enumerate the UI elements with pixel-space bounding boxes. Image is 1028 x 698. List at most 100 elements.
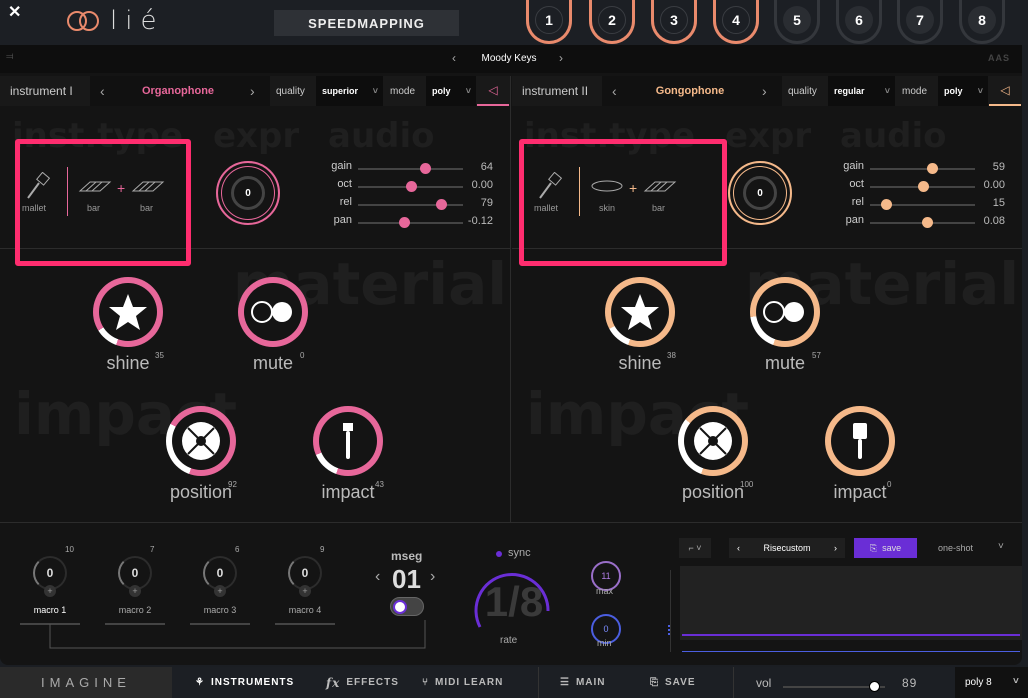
- impact-knob[interactable]: [313, 406, 383, 476]
- shine-knob[interactable]: [605, 277, 675, 347]
- oct-thumb[interactable]: [918, 181, 929, 192]
- quality-dropdown[interactable]: superior˅: [316, 76, 383, 106]
- pan-slider[interactable]: [358, 222, 463, 224]
- impact-knob[interactable]: [825, 406, 895, 476]
- instrument-slot-2[interactable]: 2: [589, 0, 635, 44]
- sync-dot-icon[interactable]: [496, 551, 502, 557]
- shine-knob[interactable]: [93, 277, 163, 347]
- mseg-toggle[interactable]: [390, 597, 424, 616]
- instrument-slot-4[interactable]: 4: [713, 0, 759, 44]
- mode-dropdown[interactable]: poly˅: [938, 76, 988, 106]
- speedmapping-button[interactable]: SPEEDMAPPING: [274, 10, 459, 36]
- quality-dropdown[interactable]: regular˅: [828, 76, 895, 106]
- instrument-slot-1[interactable]: 1: [526, 0, 572, 44]
- rel-thumb[interactable]: [881, 199, 892, 210]
- position-knob[interactable]: [678, 406, 748, 476]
- preset-name[interactable]: Moody Keys: [470, 53, 548, 64]
- bar-icon[interactable]: [643, 179, 677, 200]
- mseg-range-handle[interactable]: [668, 625, 672, 635]
- skin-icon[interactable]: [590, 179, 624, 198]
- vol-slider[interactable]: [783, 686, 885, 688]
- instrument-slot-6[interactable]: 6: [836, 0, 882, 44]
- plus-icon[interactable]: +: [129, 585, 141, 597]
- mode-dropdown[interactable]: poly˅: [426, 76, 476, 106]
- macro-2[interactable]: 7 0 + macro 2: [105, 545, 175, 630]
- macro-1[interactable]: 10 0 + macro 1: [20, 545, 90, 630]
- close-icon[interactable]: ✕: [8, 2, 21, 22]
- prev-icon[interactable]: ‹: [737, 543, 740, 553]
- instrument-slot-8[interactable]: 8: [959, 0, 1005, 44]
- nav-save[interactable]: ⎘SAVE: [650, 667, 696, 698]
- mseg-save-button[interactable]: ⎘save: [854, 538, 917, 558]
- mute-label: mute: [223, 353, 323, 374]
- next-instrument-button[interactable]: ›: [250, 83, 255, 99]
- nav-instruments-label: INSTRUMENTS: [211, 677, 294, 688]
- instrument-name[interactable]: Organophone: [110, 85, 246, 97]
- prev-instrument-button[interactable]: ‹: [100, 83, 105, 99]
- nav-midi-learn[interactable]: ⑂MIDI LEARN: [422, 667, 503, 698]
- macro-4[interactable]: 9 0 + macro 4: [275, 545, 345, 630]
- instrument-slot-7[interactable]: 7: [897, 0, 943, 44]
- plus-icon: +: [117, 180, 125, 196]
- poly-dropdown[interactable]: poly 8˅: [955, 667, 1028, 698]
- oct-slider[interactable]: [870, 186, 975, 188]
- collapse-icon[interactable]: ⫤: [6, 51, 14, 62]
- section-divider: [0, 522, 1022, 523]
- macro-3[interactable]: 6 0 + macro 3: [190, 545, 260, 630]
- prev-preset-button[interactable]: ‹: [452, 51, 456, 65]
- next-instrument-button[interactable]: ›: [762, 83, 767, 99]
- macro-label[interactable]: macro 1: [20, 605, 80, 615]
- mseg-preset-selector[interactable]: ‹Risecustom›: [729, 538, 845, 558]
- next-preset-button[interactable]: ›: [559, 51, 563, 65]
- prev-instrument-button[interactable]: ‹: [612, 83, 617, 99]
- rel-thumb[interactable]: [436, 199, 447, 210]
- mseg-prev-button[interactable]: ‹: [375, 568, 380, 586]
- gain-slider[interactable]: [358, 168, 463, 170]
- plus-icon[interactable]: +: [214, 585, 226, 597]
- plus-icon[interactable]: +: [44, 585, 56, 597]
- mseg-vertical-scroll[interactable]: [670, 570, 671, 652]
- instrument-name[interactable]: Gongophone: [622, 85, 758, 97]
- slot-number: 5: [783, 6, 811, 34]
- macro-label[interactable]: macro 3: [190, 605, 250, 615]
- macro-label[interactable]: macro 2: [105, 605, 165, 615]
- vol-thumb[interactable]: [869, 681, 880, 692]
- preset-bar: ⫤ ‹ Moody Keys › AAS: [0, 45, 1022, 73]
- gain-slider[interactable]: [870, 168, 975, 170]
- rel-slider[interactable]: [358, 204, 463, 206]
- curve-type-dropdown[interactable]: ⌐ ˅: [679, 538, 711, 558]
- mseg-mode-dropdown[interactable]: one-shot: [938, 543, 973, 553]
- mallet-icon[interactable]: [25, 172, 51, 207]
- mallet-icon[interactable]: [537, 172, 563, 207]
- sync-label[interactable]: sync: [508, 547, 531, 559]
- bar-icon[interactable]: [131, 179, 165, 200]
- expr-knob[interactable]: 0: [216, 161, 280, 225]
- oct-slider[interactable]: [358, 186, 463, 188]
- pan-thumb[interactable]: [922, 217, 933, 228]
- instrument-slot-5[interactable]: 5: [774, 0, 820, 44]
- oct-value: 0.00: [453, 179, 493, 191]
- mseg-horizontal-scroll[interactable]: [682, 651, 1020, 652]
- position-knob[interactable]: [166, 406, 236, 476]
- collapse-triangle-icon[interactable]: ◁: [477, 76, 509, 106]
- instrument-slot-3[interactable]: 3: [651, 0, 697, 44]
- mseg-next-button[interactable]: ›: [430, 568, 435, 586]
- collapse-triangle-icon[interactable]: ◁: [989, 76, 1021, 106]
- nav-instruments[interactable]: ⚘INSTRUMENTS: [195, 667, 294, 698]
- mseg-graph[interactable]: [680, 566, 1022, 640]
- expr-knob[interactable]: 0: [728, 161, 792, 225]
- nav-effects[interactable]: fxEFFECTS: [326, 667, 399, 698]
- nav-divider: [733, 667, 734, 698]
- bar-icon[interactable]: [78, 179, 112, 200]
- macro-label[interactable]: macro 4: [275, 605, 335, 615]
- plus-icon[interactable]: +: [299, 585, 311, 597]
- pan-slider[interactable]: [870, 222, 975, 224]
- rel-slider[interactable]: [870, 204, 975, 206]
- mute-knob[interactable]: [238, 277, 308, 347]
- gain-thumb[interactable]: [927, 163, 938, 174]
- oct-thumb[interactable]: [406, 181, 417, 192]
- mute-knob[interactable]: [750, 277, 820, 347]
- nav-main[interactable]: ☰MAIN: [560, 667, 606, 698]
- next-icon[interactable]: ›: [834, 543, 837, 553]
- chevron-down-icon[interactable]: ˅: [998, 541, 1004, 552]
